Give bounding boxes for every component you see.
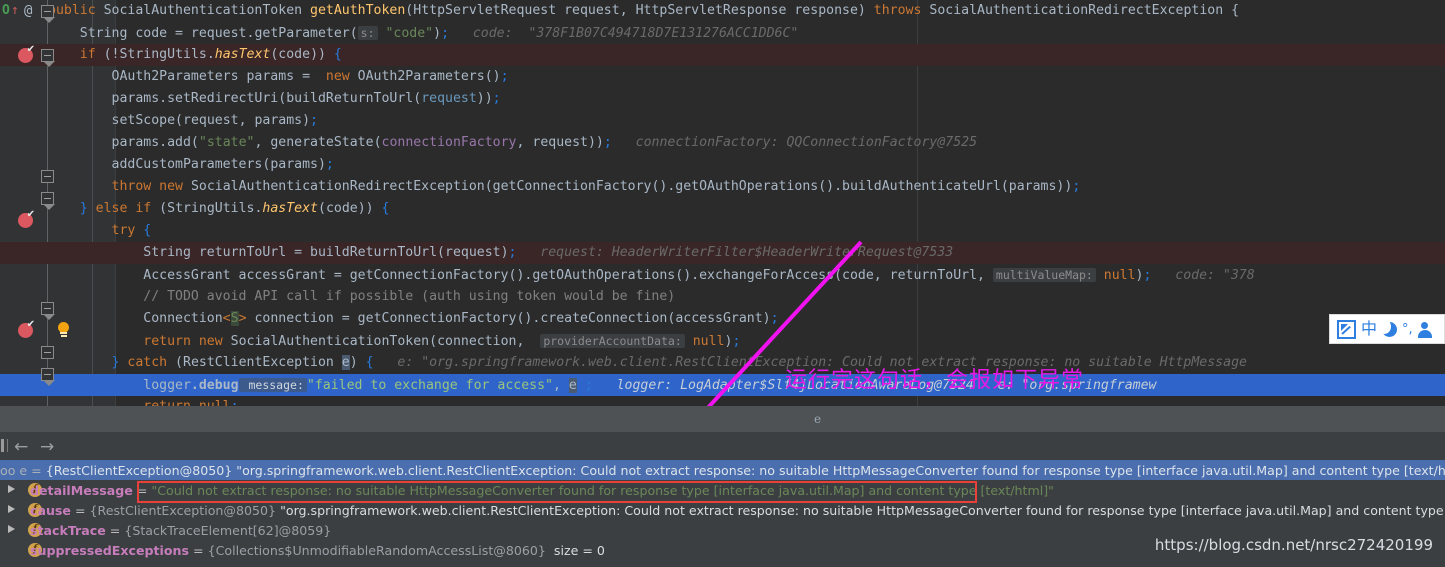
moon-icon[interactable] bbox=[1378, 318, 1398, 337]
code-editor[interactable]: public SocialAuthenticationToken getAuth… bbox=[0, 0, 1445, 420]
punctuation-icon[interactable]: °, bbox=[1402, 323, 1413, 336]
code-line-text: return new SocialAuthenticationToken(con… bbox=[143, 334, 741, 349]
code-line-text: String code = request.getParameter(s: "c… bbox=[48, 26, 799, 41]
code-line-text: throw new SocialAuthenticationRedirectEx… bbox=[111, 179, 1081, 194]
line-oauth2params-new[interactable]: OAuth2Parameters params = new OAuth2Para… bbox=[0, 66, 1445, 88]
annotation-text: 运行完这句话，会报如下异常 bbox=[785, 368, 1085, 393]
line-params-add-state[interactable]: params.add("state", generateState(connec… bbox=[0, 132, 1445, 154]
code-line-text: AccessGrant accessGrant = getConnectionF… bbox=[48, 268, 1255, 283]
breakpoint-icon[interactable] bbox=[18, 209, 35, 228]
expand-triangle-icon[interactable] bbox=[8, 505, 15, 513]
forward-arrow-icon[interactable]: → bbox=[40, 437, 54, 457]
annotation-at-icon[interactable]: @ bbox=[24, 3, 32, 19]
variable-row-text: cause = {RestClientException@8050} "org.… bbox=[30, 503, 1445, 518]
line-todo-comment[interactable]: // TODO avoid API call if possible (auth… bbox=[0, 286, 1445, 308]
fold-toggle-icon[interactable] bbox=[41, 5, 55, 23]
user-icon[interactable] bbox=[1417, 321, 1432, 338]
intention-bulb-icon[interactable] bbox=[56, 322, 70, 338]
call-stack-icon[interactable] bbox=[1, 439, 8, 452]
fold-toggle-icon[interactable] bbox=[41, 302, 55, 320]
handwriting-pen-icon[interactable] bbox=[1337, 319, 1356, 339]
line-method-signature[interactable]: public SocialAuthenticationToken getAuth… bbox=[0, 0, 1445, 22]
variable-row-cause[interactable]: f cause = {RestClientException@8050} "org… bbox=[0, 500, 1445, 520]
code-line-text: try { bbox=[48, 223, 152, 238]
code-line-text: addCustomParameters(params); bbox=[48, 157, 334, 172]
line-exchange-for-access[interactable]: AccessGrant accessGrant = getConnectionF… bbox=[0, 264, 1445, 286]
line-else-if-hastext[interactable]: } else if (StringUtils.hasText(code)) { bbox=[0, 198, 1445, 220]
fold-toggle-icon[interactable] bbox=[41, 170, 54, 183]
splitter-center-glyph: e bbox=[814, 412, 822, 426]
editor-splitter[interactable] bbox=[0, 406, 1445, 432]
ide-screenshot: public SocialAuthenticationToken getAuth… bbox=[0, 0, 1445, 567]
line-try[interactable]: try { bbox=[0, 220, 1445, 242]
expand-triangle-icon[interactable] bbox=[8, 485, 15, 493]
ime-toolbar[interactable]: 中 °, bbox=[1329, 314, 1445, 344]
override-marker-icon[interactable]: O bbox=[2, 3, 10, 18]
code-line-text: params.setRedirectUri(buildReturnToUrl(r… bbox=[48, 91, 501, 106]
up-arrow-icon: ↑ bbox=[11, 3, 19, 18]
line-add-custom-parameters[interactable]: addCustomParameters(params); bbox=[0, 154, 1445, 176]
variable-row-text: oo e = {RestClientException@8050} "org.s… bbox=[0, 463, 1445, 478]
fold-toggle-icon[interactable] bbox=[41, 368, 55, 386]
code-line-text: String returnToUrl = buildReturnToUrl(re… bbox=[48, 245, 954, 260]
variable-row-exception[interactable]: oo e = {RestClientException@8050} "org.s… bbox=[0, 460, 1445, 480]
variable-row-detailMessage[interactable]: f detailMessage = "Could not extract resp… bbox=[0, 480, 1445, 500]
code-line-text: Connection<S> connection = getConnection… bbox=[48, 311, 779, 326]
code-line-text: params.add("state", generateState(connec… bbox=[48, 135, 978, 150]
code-line-text: public SocialAuthenticationToken getAuth… bbox=[48, 3, 1240, 18]
line-return-to-url[interactable]: String returnToUrl = buildReturnToUrl(re… bbox=[0, 242, 1445, 264]
line-catch-restclient[interactable]: } catch (RestClientException e) { e: "or… bbox=[0, 352, 1445, 374]
breakpoint-icon[interactable] bbox=[18, 319, 35, 338]
code-line-text: setScope(request, params); bbox=[48, 113, 318, 128]
fold-toggle-icon[interactable] bbox=[41, 192, 55, 210]
code-line-text: OAuth2Parameters params = new OAuth2Para… bbox=[48, 69, 509, 84]
fold-toggle-icon[interactable] bbox=[41, 346, 54, 359]
code-line-text: } else if (StringUtils.hasText(code)) { bbox=[48, 201, 390, 216]
code-line-text: if (!StringUtils.hasText(code)) { bbox=[79, 47, 342, 62]
code-line-text: // TODO avoid API call if possible (auth… bbox=[48, 289, 676, 304]
variable-row-text: stackTrace = {StackTraceElement[62]@8059… bbox=[30, 523, 332, 538]
back-arrow-icon[interactable]: ← bbox=[14, 437, 28, 457]
code-lines[interactable]: public SocialAuthenticationToken getAuth… bbox=[0, 0, 1445, 420]
expand-triangle-icon[interactable] bbox=[8, 525, 15, 533]
line-string-code[interactable]: String code = request.getParameter(s: "c… bbox=[0, 22, 1445, 44]
breakpoint-icon[interactable] bbox=[18, 44, 35, 63]
chinese-mode-icon[interactable]: 中 bbox=[1361, 321, 1377, 337]
debugger-toolbar[interactable]: ← → bbox=[0, 432, 1445, 460]
line-throw-redirect[interactable]: throw new SocialAuthenticationRedirectEx… bbox=[0, 176, 1445, 198]
line-return-new-token[interactable]: return new SocialAuthenticationToken(con… bbox=[0, 330, 1445, 352]
line-logger-debug[interactable]: logger.debug message: "failed to exchange… bbox=[0, 374, 1445, 396]
variable-row-text: suppressedExceptions = {Collections$Unmo… bbox=[30, 543, 605, 558]
fold-toggle-icon[interactable] bbox=[41, 49, 55, 67]
line-if-hastext[interactable]: if (!StringUtils.hasText(code)) { bbox=[0, 44, 1445, 66]
line-set-scope[interactable]: setScope(request, params); bbox=[0, 110, 1445, 132]
watermark-url: https://blog.csdn.net/nrsc272420199 bbox=[1154, 536, 1433, 554]
variable-row-text: detailMessage = "Could not extract respo… bbox=[30, 483, 1054, 498]
line-create-connection[interactable]: Connection<S> connection = getConnection… bbox=[0, 308, 1445, 330]
line-set-redirect-uri[interactable]: params.setRedirectUri(buildReturnToUrl(r… bbox=[0, 88, 1445, 110]
